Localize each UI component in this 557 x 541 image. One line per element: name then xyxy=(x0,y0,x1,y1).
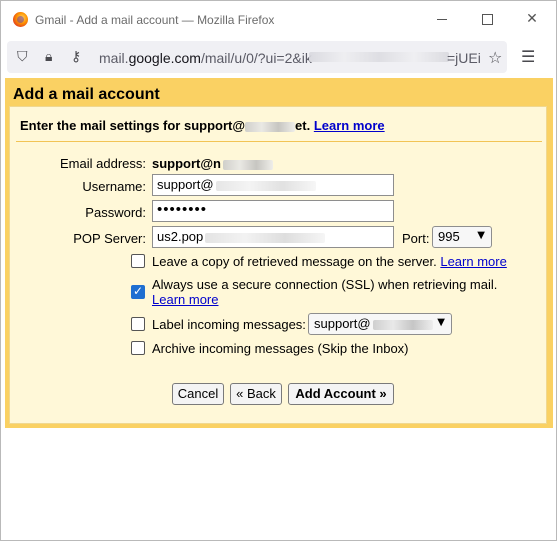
label-incoming-label: Label incoming messages: xyxy=(152,317,306,332)
cancel-button[interactable]: Cancel xyxy=(172,383,224,405)
url-redacted xyxy=(309,52,449,62)
chevron-down-icon: ▼ xyxy=(477,230,485,241)
password-label: Password: xyxy=(85,205,146,220)
label-incoming-checkbox[interactable] xyxy=(131,317,145,331)
leave-copy-checkbox[interactable] xyxy=(131,254,145,268)
label-select[interactable]: support@ ▼ xyxy=(308,313,452,335)
lock-icon[interactable]: 🔒︎ xyxy=(45,49,52,65)
redacted-text xyxy=(245,121,296,132)
redacted-text xyxy=(205,232,326,243)
divider xyxy=(16,141,542,142)
archive-checkbox[interactable] xyxy=(131,341,145,355)
maximize-button[interactable] xyxy=(477,9,497,29)
pop-server-input[interactable]: us2.pop xyxy=(152,226,394,248)
settings-form: Enter the mail settings for support@ et. … xyxy=(9,106,547,424)
email-label: Email address: xyxy=(60,156,146,171)
add-account-panel: Add a mail account Enter the mail settin… xyxy=(5,78,553,428)
shield-icon[interactable]: ⛉ xyxy=(17,49,28,65)
pop-server-label: POP Server: xyxy=(73,231,146,246)
leave-copy-learn-more-link[interactable]: Learn more xyxy=(440,254,506,269)
close-button[interactable]: ✕ xyxy=(522,9,542,29)
learn-more-link[interactable]: Learn more xyxy=(314,118,385,133)
hamburger-menu-icon[interactable]: ☰ xyxy=(521,47,535,66)
ssl-label: Always use a secure connection (SSL) whe… xyxy=(152,277,498,292)
username-label: Username: xyxy=(82,179,146,194)
redacted-text xyxy=(223,159,273,170)
port-select[interactable]: 995 ▼ xyxy=(432,226,492,248)
minimize-button[interactable] xyxy=(432,9,452,29)
archive-label: Archive incoming messages (Skip the Inbo… xyxy=(152,341,409,356)
redacted-text xyxy=(372,319,433,330)
back-button[interactable]: « Back xyxy=(230,383,282,405)
page-content: Add a mail account Enter the mail settin… xyxy=(3,76,554,540)
dialog-title: Add a mail account xyxy=(13,86,160,103)
key-icon[interactable]: ⚷ xyxy=(71,49,81,65)
navigation-bar: ⛉ 🔒︎ ⚷ mail.google.com/mail/u/0/?ui=2&ik… xyxy=(1,39,556,77)
window-title: Gmail - Add a mail account — Mozilla Fir… xyxy=(35,13,275,27)
firefox-window: Gmail - Add a mail account — Mozilla Fir… xyxy=(0,0,557,541)
username-input[interactable]: support@ xyxy=(152,174,394,196)
email-value: support@n xyxy=(152,156,273,171)
leave-copy-label: Leave a copy of retrieved message on the… xyxy=(152,254,507,269)
url-bar[interactable]: ⛉ 🔒︎ ⚷ mail.google.com/mail/u/0/?ui=2&ik… xyxy=(7,41,507,73)
url-tail: =jUEi xyxy=(447,50,481,66)
chevron-down-icon: ▼ xyxy=(437,317,445,328)
ssl-learn-more-link[interactable]: Learn more xyxy=(152,292,218,307)
firefox-logo-icon xyxy=(13,12,28,27)
url-text[interactable]: mail.google.com/mail/u/0/?ui=2&ik xyxy=(99,50,312,66)
bookmark-star-icon[interactable]: ☆ xyxy=(488,48,502,67)
title-bar: Gmail - Add a mail account — Mozilla Fir… xyxy=(1,1,556,39)
add-account-button[interactable]: Add Account » xyxy=(288,383,394,405)
port-label: Port: xyxy=(402,231,430,246)
password-input[interactable]: •••••••• xyxy=(152,200,394,222)
ssl-checkbox[interactable] xyxy=(131,284,145,299)
settings-subheading: Enter the mail settings for support@ et. … xyxy=(20,118,385,133)
redacted-text xyxy=(215,180,316,191)
